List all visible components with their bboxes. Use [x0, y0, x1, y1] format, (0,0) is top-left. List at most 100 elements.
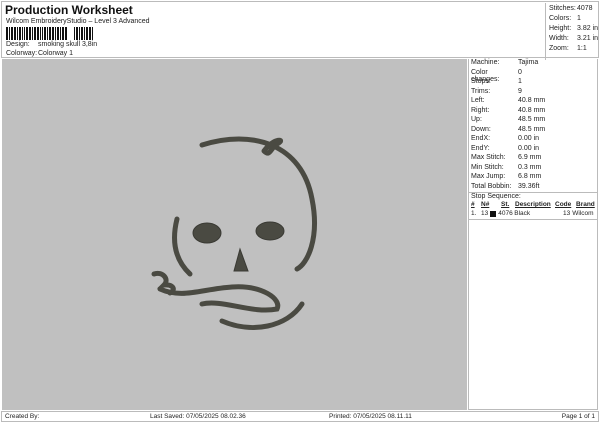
barcode-bar	[9, 27, 10, 40]
page-number: Page 1 of 1	[561, 413, 595, 420]
footer: Created By: Last Saved: 07/05/2025 08.02…	[1, 411, 599, 422]
info-label: Trims:	[471, 87, 491, 95]
info-value: 40.8 mm	[518, 106, 546, 114]
stat-label: Width:	[549, 35, 569, 42]
design-preview	[2, 59, 467, 410]
skull-design	[151, 136, 317, 330]
skull-cranium	[199, 136, 317, 272]
stat-value: 3.21 in	[577, 35, 599, 42]
machine-info-row: Max Jump: 6.8 mm	[469, 173, 597, 183]
info-value: 6.8 mm	[518, 173, 542, 180]
stats-box: Stitches: 4078 Colors: 1 Height: 3.82 in Wi…	[545, 3, 600, 60]
machine-info-row: EndY: 0.00 in	[469, 145, 597, 155]
stop-sequence-title: Stop Sequence:	[469, 192, 597, 201]
stat-label: Stitches:	[549, 5, 576, 12]
stat-value: 4078	[577, 5, 593, 12]
info-label: Total Bobbin:	[471, 182, 512, 190]
barcode-bar	[42, 27, 43, 40]
machine-info-row: Total Bobbin: 39.36ft	[469, 183, 597, 193]
machine-info-row: Stops: 1	[469, 78, 597, 88]
color-swatch	[490, 211, 497, 217]
machine-info-row: EndX: 0.00 in	[469, 135, 597, 145]
stop-code: 13	[563, 210, 571, 217]
machine-info-row: Machine: Tajima	[469, 59, 597, 69]
barcode-bar	[34, 27, 36, 40]
col-brand: Brand	[576, 201, 595, 208]
barcode-bar	[57, 27, 59, 40]
skull-mouth	[157, 284, 281, 313]
info-label: Up:	[471, 116, 482, 123]
barcode-bar	[37, 27, 39, 40]
barcode-bar	[26, 27, 28, 40]
last-saved: Last Saved: 07/05/2025 08.02.36	[150, 413, 246, 420]
col-description: Description	[515, 201, 551, 208]
stat-value: 1:1	[577, 45, 587, 52]
skull-cheek	[172, 216, 193, 277]
machine-info-row: Trims: 9	[469, 88, 597, 98]
stat-value: 3.82 in	[577, 25, 599, 32]
stop-n: 13	[481, 210, 489, 217]
colorway-label: Colorway:	[6, 50, 38, 57]
stat-label: Zoom:	[549, 45, 569, 52]
design-value: smoking skull 3,8in	[38, 41, 98, 48]
machine-info-row: Color changes: 0	[469, 68, 597, 83]
skull-eye-left	[192, 222, 222, 244]
barcode-bar	[89, 27, 91, 40]
barcode-bar	[44, 27, 46, 40]
barcode-bar	[6, 27, 8, 40]
machine-info-row: Max Stitch: 6.9 mm	[469, 154, 597, 164]
info-label: EndY:	[471, 144, 490, 152]
info-label: EndX:	[471, 135, 491, 142]
info-value: 1	[518, 78, 522, 85]
machine-info-row: Up: 48.5 mm	[469, 116, 597, 126]
info-label: Down:	[471, 125, 491, 133]
header: Production Worksheet Wilcom EmbroiderySt…	[1, 1, 600, 60]
barcode-bar	[17, 27, 18, 40]
col-n: N#	[481, 201, 490, 208]
col-num: #	[471, 201, 475, 208]
barcode-bar	[60, 27, 61, 40]
info-value: 0.3 mm	[518, 163, 542, 171]
barcode-bar	[65, 27, 67, 40]
barcode-bar	[52, 27, 54, 40]
barcode-bar	[86, 27, 88, 40]
barcode-bar	[19, 27, 21, 40]
stop-row: 1. 13 4076 Black 13 Wilcom	[469, 210, 597, 219]
barcode-bar	[47, 27, 48, 40]
stop-num: 1.	[471, 210, 477, 217]
col-st: St.	[501, 201, 510, 208]
barcode-bar	[76, 27, 78, 40]
info-label: Max Jump:	[471, 173, 506, 180]
barcode	[6, 27, 156, 40]
col-code: Code	[555, 201, 572, 208]
info-value: 48.5 mm	[518, 116, 546, 123]
barcode-bar	[81, 27, 83, 40]
machine-info-panel: Machine: Tajima Color changes: 0 Stops: 1 Trim…	[468, 59, 598, 410]
stat-label: Colors:	[549, 15, 572, 22]
barcode-bar	[49, 27, 51, 40]
machine-info-row: Right: 40.8 mm	[469, 107, 597, 117]
barcode-bar	[24, 27, 25, 40]
skull-eye-right	[255, 221, 285, 241]
info-value: 39.36ft	[518, 182, 540, 190]
created-by: Created By:	[5, 413, 40, 420]
barcode-bar	[40, 27, 41, 40]
machine-info-row: Min Stitch: 0.3 mm	[469, 164, 597, 174]
stop-sequence-header: # N# St. Description Code Brand	[469, 201, 597, 210]
info-value: 9	[518, 87, 522, 95]
machine-info-row: Left: 40.8 mm	[469, 97, 597, 107]
barcode-bar	[79, 27, 80, 40]
barcode-bar	[84, 27, 85, 40]
info-label: Left:	[471, 97, 485, 104]
machine-info-row: Down: 48.5 mm	[469, 126, 597, 136]
info-label: Right:	[471, 106, 490, 114]
info-value: Tajima	[518, 59, 539, 66]
info-label: Machine:	[471, 59, 500, 66]
barcode-bar	[32, 27, 33, 40]
info-value: 0	[518, 68, 522, 76]
info-value: 0.00 in	[518, 144, 540, 152]
stop-brand: Wilcom	[572, 210, 594, 217]
printed-date: Printed: 07/05/2025 08.11.11	[329, 413, 412, 420]
info-value: 6.9 mm	[518, 154, 542, 161]
barcode-bar	[11, 27, 13, 40]
